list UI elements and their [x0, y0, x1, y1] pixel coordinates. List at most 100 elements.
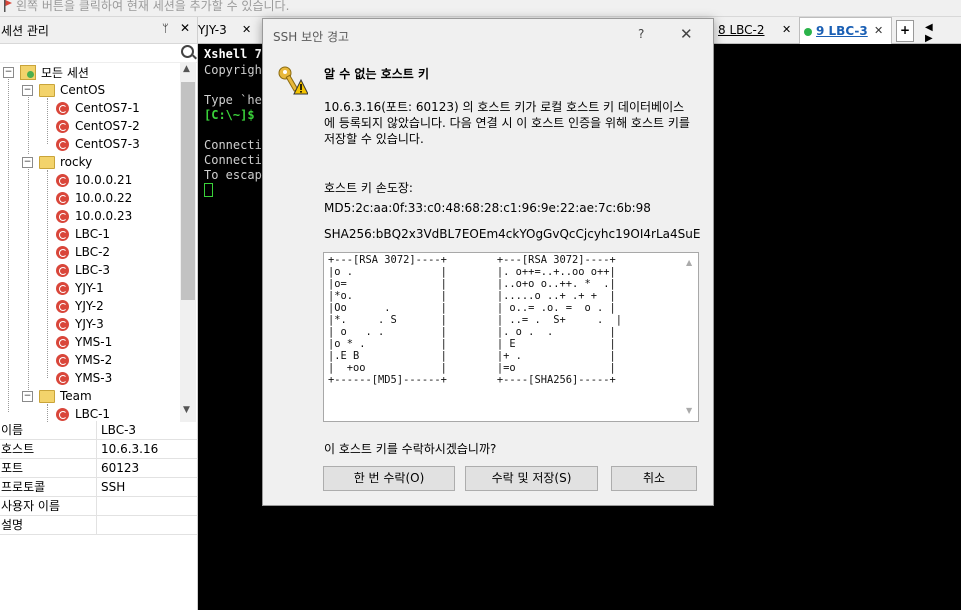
- folder-icon: [39, 155, 55, 169]
- collapse-icon[interactable]: −: [22, 156, 33, 168]
- tree-item-label: 10.0.0.21: [75, 173, 133, 187]
- terminal-line: Connectin: [204, 138, 270, 152]
- tree-item[interactable]: YJY-1: [56, 279, 104, 297]
- randomart-box[interactable]: +---[RSA 3072]----+ +---[RSA 3072]----+ …: [323, 252, 699, 422]
- help-button[interactable]: ?: [638, 27, 644, 41]
- panel-title: 세션 관리: [1, 24, 49, 38]
- property-row: 프로토콜 SSH: [0, 478, 197, 497]
- folder-icon: [39, 83, 55, 97]
- dialog-title: SSH 보안 경고: [273, 30, 350, 44]
- tree-scrollbar[interactable]: ▲ ▼: [180, 62, 196, 422]
- close-icon[interactable]: ✕: [180, 21, 190, 35]
- group-label: CentOS: [60, 83, 106, 97]
- terminal-line: Xshell 7: [204, 47, 262, 61]
- tree-item[interactable]: CentOS7-3: [56, 135, 140, 153]
- tree-item[interactable]: YMS-2: [56, 351, 112, 369]
- property-key: 이름: [0, 421, 97, 439]
- connected-status-icon: [804, 27, 812, 36]
- session-icon: [56, 263, 69, 277]
- tab-lbc-2[interactable]: 8 LBC-2 ✕: [706, 17, 800, 43]
- tree-item-label: LBC-1: [75, 227, 111, 241]
- property-value: 10.6.3.16: [101, 442, 159, 456]
- tree-root-label: 모든 세션: [41, 65, 89, 80]
- tree-item[interactable]: CentOS7-1: [56, 99, 140, 117]
- session-icon: [56, 227, 69, 241]
- tab-label: 9 LBC-3: [816, 24, 868, 38]
- randomart-scrollbar[interactable]: ▲ ▼: [684, 255, 696, 417]
- tree-item[interactable]: YMS-3: [56, 369, 112, 387]
- property-value: LBC-3: [101, 423, 137, 437]
- session-icon: [56, 281, 69, 295]
- collapse-icon[interactable]: −: [22, 84, 33, 96]
- dialog-heading: 알 수 없는 호스트 키: [324, 67, 430, 81]
- tree-item-label: YJY-2: [75, 299, 104, 313]
- panel-header: 세션 관리 ᛘ ✕: [0, 17, 197, 44]
- tree-root[interactable]: − 모든 세션: [3, 63, 89, 81]
- property-value: SSH: [101, 480, 126, 494]
- tree-item[interactable]: 10.0.0.22: [56, 189, 132, 207]
- tree-item[interactable]: LBC-2: [56, 243, 110, 261]
- scroll-up-icon[interactable]: ▲: [686, 258, 692, 267]
- tree-item[interactable]: YJY-3: [56, 315, 104, 333]
- accept-and-save-button[interactable]: 수락 및 저장(S): [465, 466, 598, 491]
- add-tab-button[interactable]: +: [896, 20, 914, 42]
- property-value: [97, 516, 101, 534]
- tree-item[interactable]: 10.0.0.21: [56, 171, 132, 189]
- tree-item-label: 10.0.0.22: [75, 191, 133, 205]
- close-tab-icon[interactable]: ✕: [782, 17, 791, 43]
- tree-item[interactable]: LBC-3: [56, 261, 110, 279]
- key-warning-icon: [278, 66, 308, 95]
- tree-item-label: LBC-2: [75, 245, 111, 259]
- close-tab-icon[interactable]: ✕: [874, 18, 883, 44]
- terminal-line: To escape: [204, 168, 270, 182]
- tree-item[interactable]: LBC-1: [56, 405, 110, 422]
- property-key: 사용자 이름: [0, 497, 97, 515]
- session-icon: [56, 173, 69, 187]
- accept-question: 이 호스트 키를 수락하시겠습니까?: [324, 442, 497, 456]
- tree-item-label: CentOS7-3: [75, 137, 140, 151]
- tree-item[interactable]: LBC-1: [56, 225, 110, 243]
- tree-item-label: YMS-2: [75, 353, 113, 367]
- tree-item-label: CentOS7-2: [75, 119, 140, 133]
- collapse-icon[interactable]: −: [22, 390, 33, 402]
- search-row: [0, 44, 197, 63]
- tree-item-label: YJY-3: [75, 317, 104, 331]
- dialog-description: 10.6.3.16(포트: 60123) 의 호스트 키가 로컬 호스트 키 데…: [324, 100, 690, 146]
- close-tab-icon[interactable]: ✕: [242, 17, 251, 43]
- search-icon[interactable]: [181, 45, 194, 58]
- tab-nav-arrows[interactable]: ◀ ▶: [925, 22, 961, 44]
- session-icon: [56, 353, 69, 367]
- pin-icon[interactable]: ᛘ: [162, 22, 169, 35]
- session-icon: [56, 119, 69, 133]
- tree-item[interactable]: 10.0.0.23: [56, 207, 132, 225]
- group-label: Team: [60, 389, 92, 403]
- accept-once-button[interactable]: 한 번 수락(O): [323, 466, 455, 491]
- tree-group-rocky[interactable]: − rocky: [22, 153, 92, 171]
- session-icon: [56, 137, 69, 151]
- terminal-prompt: [C:\~]$: [204, 108, 255, 122]
- property-row: 포트 60123: [0, 459, 197, 478]
- property-row: 설명: [0, 516, 197, 535]
- tab-yjy-3[interactable]: YJY-3 ✕: [198, 17, 258, 43]
- cancel-button[interactable]: 취소: [611, 466, 697, 491]
- hint-text: 왼쪽 버튼을 클릭하여 현재 세션을 추가할 수 있습니다.: [16, 0, 290, 13]
- tree-item[interactable]: CentOS7-2: [56, 117, 140, 135]
- terminal-line: Copyright: [204, 63, 270, 77]
- tree-item[interactable]: YJY-2: [56, 297, 104, 315]
- session-icon: [56, 209, 69, 223]
- scroll-down-icon[interactable]: ▼: [183, 405, 190, 415]
- tree-item[interactable]: YMS-1: [56, 333, 112, 351]
- property-row: 호스트 10.6.3.16: [0, 440, 197, 459]
- tab-label: 8 LBC-2: [718, 23, 765, 37]
- scroll-up-icon[interactable]: ▲: [183, 64, 190, 74]
- tree-group-team[interactable]: − Team: [22, 387, 92, 405]
- sha256-fingerprint: SHA256:bBQ2x3VdBL7EOEm4ckYOgGvQcCjcyhc19…: [324, 227, 701, 241]
- dialog-close-button[interactable]: ✕: [680, 25, 693, 43]
- tree-group-centos[interactable]: − CentOS: [22, 81, 105, 99]
- scrollbar-thumb[interactable]: [181, 82, 195, 300]
- tab-label: YJY-3: [198, 23, 227, 37]
- scroll-down-icon[interactable]: ▼: [686, 406, 692, 415]
- tab-lbc-3[interactable]: 9 LBC-3 ✕: [799, 17, 892, 44]
- collapse-icon[interactable]: −: [3, 66, 14, 78]
- property-key: 포트: [0, 459, 97, 477]
